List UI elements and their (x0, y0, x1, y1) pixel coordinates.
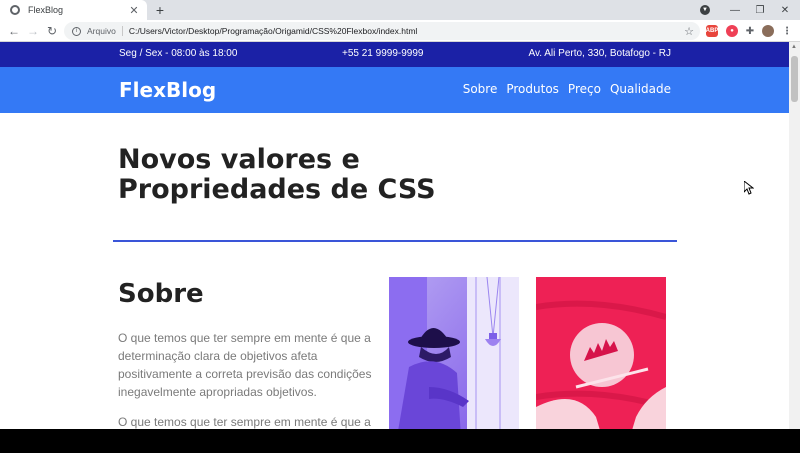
page-viewport: Seg / Sex - 08:00 às 18:00 +55 21 9999-9… (0, 42, 789, 429)
address-bar[interactable]: i Arquivo C:/Users/Victor/Desktop/Progra… (64, 22, 700, 40)
scrollbar-thumb[interactable] (791, 56, 798, 102)
new-tab-button[interactable]: + (152, 2, 168, 18)
scroll-up-arrow-icon[interactable]: ▲ (791, 44, 797, 50)
minimize-button[interactable]: — (722, 0, 748, 20)
hero-title: Novos valores e Propriedades de CSS (118, 145, 478, 205)
info-icon[interactable]: i (72, 26, 81, 36)
pocket-extension-icon[interactable]: ● (726, 25, 738, 37)
adblock-extension-icon[interactable]: ABP (706, 25, 718, 37)
browser-tabstrip: FlexBlog ✕ + ▼ — ❐ ✕ (0, 0, 800, 20)
section-divider (113, 240, 677, 242)
menu-item-qualidade[interactable]: Qualidade (610, 82, 671, 96)
sobre-title: Sobre (118, 279, 204, 309)
url-text[interactable]: C:/Users/Victor/Desktop/Programação/Orig… (129, 26, 684, 36)
menu-item-sobre[interactable]: Sobre (463, 82, 498, 96)
opening-hours: Seg / Sex - 08:00 às 18:00 (119, 48, 238, 59)
menu-item-produtos[interactable]: Produtos (506, 82, 559, 96)
puzzle-extensions-icon[interactable]: ✚ (744, 25, 756, 37)
sobre-text: O que temos que ter sempre em mente é qu… (118, 329, 380, 429)
os-taskbar (0, 429, 800, 453)
woman-with-hat-image (389, 277, 519, 429)
browser-toolbar: ← → ↻ i Arquivo C:/Users/Victor/Desktop/… (0, 20, 800, 42)
main-menu: Sobre Produtos Preço Qualidade (463, 82, 671, 96)
browser-tab[interactable]: FlexBlog ✕ (0, 0, 147, 20)
more-menu-icon[interactable]: ⋮ (781, 25, 793, 37)
mouse-cursor-icon (744, 181, 754, 195)
sobre-paragraph: O que temos que ter sempre em mente é qu… (118, 331, 372, 399)
site-header: FlexBlog Sobre Produtos Preço Qualidade (0, 67, 789, 113)
globe-icon (10, 5, 20, 15)
phone-number: +55 21 9999-9999 (342, 48, 424, 59)
menu-item-preco[interactable]: Preço (568, 82, 601, 96)
close-window-button[interactable]: ✕ (772, 0, 798, 20)
page-scrollbar[interactable]: ▲ (789, 42, 800, 429)
back-arrow-icon[interactable]: ← (6, 23, 22, 39)
hero-title-line2: Propriedades de CSS (118, 174, 436, 205)
tab-title: FlexBlog (28, 5, 64, 15)
tab-search-icon[interactable]: ▼ (700, 5, 710, 15)
site-logo[interactable]: FlexBlog (119, 78, 216, 102)
forward-arrow-icon[interactable]: → (25, 23, 41, 39)
close-tab-icon[interactable]: ✕ (127, 3, 141, 17)
profile-avatar[interactable] (762, 25, 774, 37)
info-topbar: Seg / Sex - 08:00 às 18:00 +55 21 9999-9… (0, 42, 789, 67)
reload-icon[interactable]: ↻ (44, 23, 60, 39)
scheme-label: Arquivo (87, 26, 123, 36)
sobre-paragraph: O que temos que ter sempre em mente é qu… (118, 415, 371, 429)
hands-drawing-image (536, 277, 666, 429)
restore-button[interactable]: ❐ (747, 0, 773, 20)
address: Av. Ali Perto, 330, Botafogo - RJ (528, 48, 672, 59)
bookmark-star-icon[interactable]: ☆ (684, 25, 694, 38)
hero-title-line1: Novos valores e (118, 144, 360, 175)
